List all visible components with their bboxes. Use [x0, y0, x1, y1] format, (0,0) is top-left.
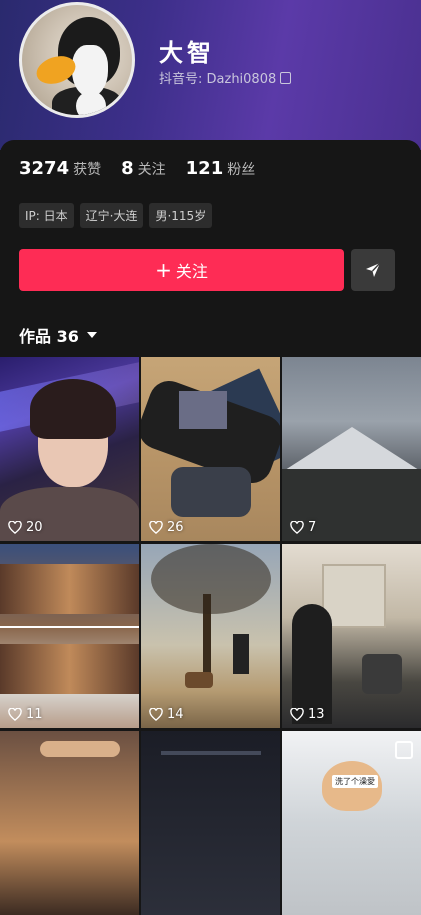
thumb-caption: 洗了个澡愛: [332, 775, 378, 788]
likes-count: 26: [149, 520, 184, 535]
thumb-dark-light: [161, 751, 261, 755]
likes-count-value: 13: [308, 707, 325, 722]
video-thumbnail[interactable]: [141, 731, 280, 915]
copy-icon[interactable]: [280, 71, 292, 84]
thumb-hair: [30, 379, 116, 439]
thumb-deer: [185, 672, 213, 688]
thumb-window: [322, 564, 386, 628]
likes-count-value: 7: [308, 520, 317, 535]
thumb-gorilla: [179, 391, 227, 429]
send-icon: [366, 262, 381, 277]
video-thumbnail[interactable]: 20: [0, 357, 139, 541]
profile-tags: IP: 日本 辽宁·大连 男·115岁: [19, 203, 213, 228]
thumb-lamp: [40, 741, 120, 757]
likes-count-value: 11: [26, 707, 43, 722]
stat-likes[interactable]: 3274 获赞: [19, 158, 101, 179]
profile-handle-text: 抖音号: Dazhi0808: [159, 72, 277, 87]
thumb-figure: [292, 604, 332, 724]
heart-icon: [290, 708, 304, 721]
multi-photo-icon: [395, 741, 413, 759]
follow-button[interactable]: + 关注: [19, 249, 344, 291]
likes-count-value: 14: [167, 707, 184, 722]
video-thumbnail[interactable]: 26: [141, 357, 280, 541]
stat-likes-label: 获赞: [73, 162, 102, 178]
video-thumbnail[interactable]: [0, 731, 139, 915]
follow-button-label: 关注: [175, 262, 208, 281]
likes-count: 14: [149, 707, 184, 722]
profile-handle[interactable]: 抖音号: Dazhi0808: [159, 68, 292, 87]
video-thumbnail[interactable]: 7: [282, 357, 421, 541]
heart-icon: [8, 521, 22, 534]
stat-followers[interactable]: 121 粉丝: [186, 158, 256, 179]
likes-count-value: 26: [167, 520, 184, 535]
stat-likes-num: 3274: [19, 158, 70, 179]
tag-gender-age: 男·115岁: [149, 203, 213, 228]
works-tab-label: 作品 36: [19, 327, 79, 346]
avatar[interactable]: [19, 2, 135, 118]
likes-count: 11: [8, 707, 43, 722]
stat-followers-num: 121: [185, 158, 224, 179]
likes-count: 13: [290, 707, 325, 722]
heart-icon: [290, 521, 304, 534]
heart-icon: [149, 708, 163, 721]
thumb-tree-crown: [151, 544, 271, 614]
tag-ip: IP: 日本: [19, 203, 74, 228]
avatar-dog-blaze: [72, 45, 108, 97]
likes-count: 20: [8, 520, 43, 535]
chevron-down-icon: [86, 332, 97, 338]
stat-following[interactable]: 8 关注: [121, 158, 166, 179]
works-tab[interactable]: 作品 36: [19, 323, 97, 347]
thumb-street-bottom: [0, 644, 139, 694]
video-thumbnail[interactable]: 洗了个澡愛: [282, 731, 421, 915]
stat-following-label: 关注: [137, 162, 166, 178]
thumb-leg: [171, 467, 251, 517]
thumb-divider: [0, 626, 139, 628]
stat-followers-label: 粉丝: [227, 162, 256, 178]
video-thumbnail[interactable]: 14: [141, 544, 280, 728]
plus-icon: +: [155, 258, 172, 282]
video-thumbnail[interactable]: 11: [0, 544, 139, 728]
thumb-couple: [233, 634, 249, 674]
likes-count-value: 20: [26, 520, 43, 535]
heart-icon: [8, 708, 22, 721]
likes-count: 7: [290, 520, 316, 535]
heart-icon: [149, 521, 163, 534]
thumb-phone: [362, 654, 402, 694]
profile-stats: 3274 获赞 8 关注 121 粉丝: [19, 158, 255, 179]
share-button[interactable]: [351, 249, 395, 291]
thumb-street-top: [0, 564, 139, 614]
thumb-mountain: [282, 427, 421, 472]
video-thumbnail[interactable]: 13: [282, 544, 421, 728]
stat-following-num: 8: [121, 158, 134, 179]
tag-location: 辽宁·大连: [79, 203, 144, 228]
profile-name: 大智: [159, 39, 215, 67]
